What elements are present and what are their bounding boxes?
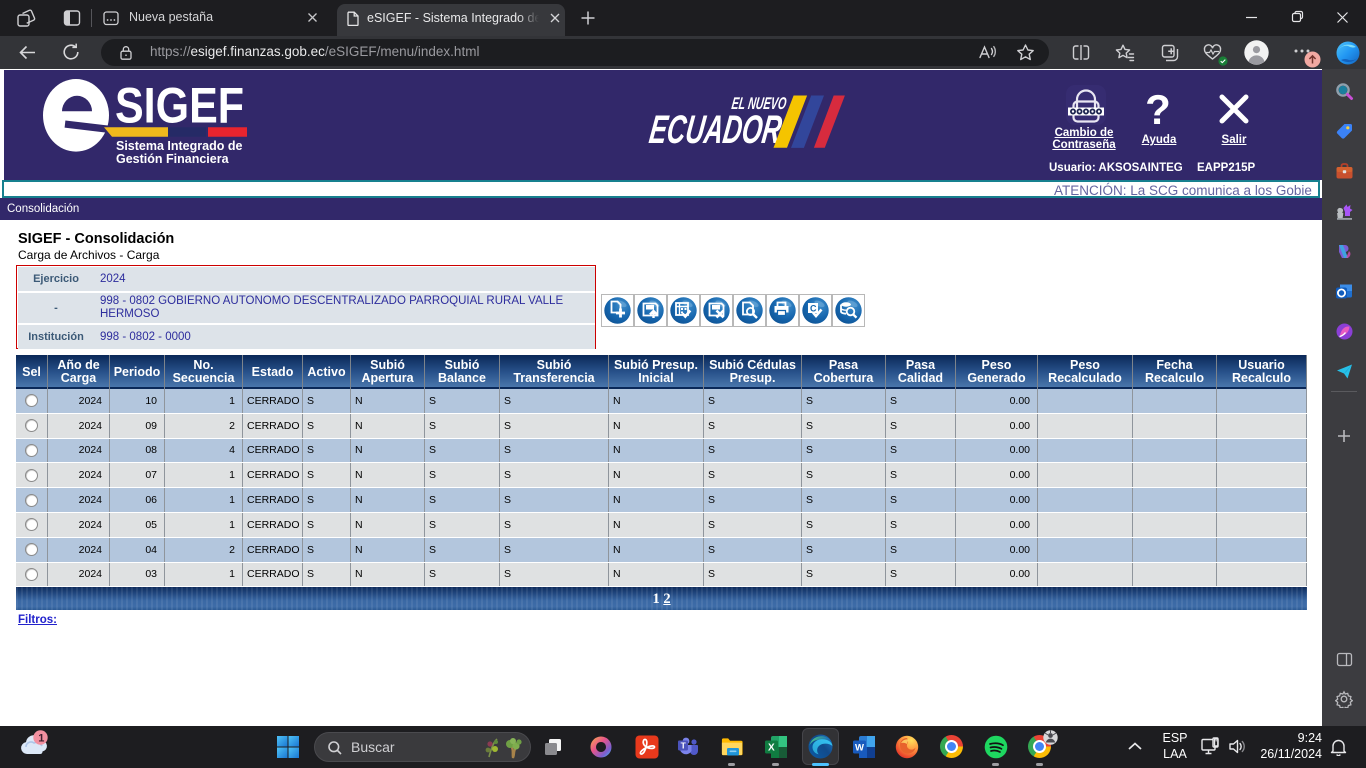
svg-text:W: W (855, 743, 864, 754)
svg-text:C: C (810, 304, 817, 314)
svg-text:1: 1 (38, 732, 44, 744)
svg-text:SIGEF: SIGEF (115, 78, 244, 133)
svg-text:Sistema Integrado de: Sistema Integrado de (116, 139, 242, 153)
svg-text:X: X (768, 743, 775, 754)
svg-text:ECUADOR: ECUADOR (647, 108, 785, 152)
svg-text:Gestión Financiera: Gestión Financiera (116, 152, 230, 166)
svg-text:T: T (681, 741, 687, 751)
